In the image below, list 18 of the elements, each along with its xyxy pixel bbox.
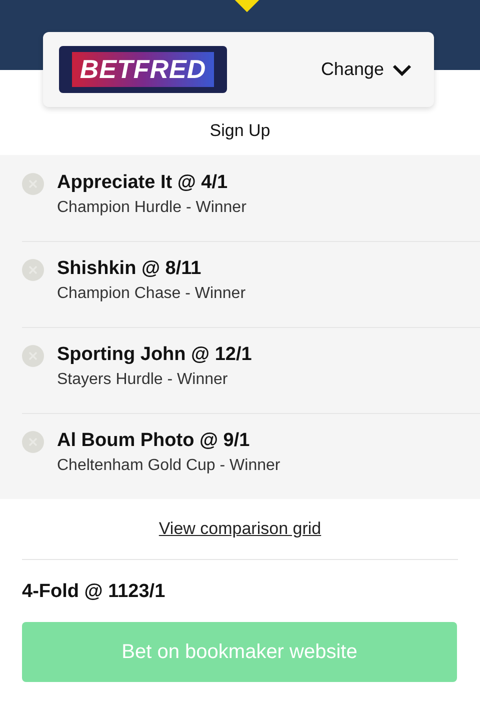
remove-icon[interactable] (22, 431, 44, 453)
remove-icon[interactable] (22, 173, 44, 195)
selection-market: Cheltenham Gold Cup - Winner (57, 457, 280, 475)
selection-market: Stayers Hurdle - Winner (57, 371, 229, 389)
bookmaker-logo: BETFRED (59, 46, 227, 93)
remove-icon[interactable] (22, 345, 44, 367)
sign-up-link[interactable]: Sign Up (210, 121, 270, 141)
selection-title: Shishkin @ 8/11 (57, 258, 202, 280)
selection-market: Champion Chase - Winner (57, 285, 246, 303)
selection-title: Appreciate It @ 4/1 (57, 172, 229, 194)
chevron-down-icon (392, 64, 412, 76)
selection-title: Al Boum Photo @ 9/1 (57, 430, 251, 452)
comparison-link[interactable]: View comparison grid (158, 519, 322, 539)
selection-market: Champion Hurdle - Winner (57, 199, 246, 217)
remove-icon[interactable] (22, 259, 44, 281)
accumulator-odds: 4-Fold @ 1123/1 (22, 581, 166, 603)
selection-title: Sporting John @ 12/1 (57, 344, 252, 366)
change-button[interactable]: Change (320, 59, 412, 80)
